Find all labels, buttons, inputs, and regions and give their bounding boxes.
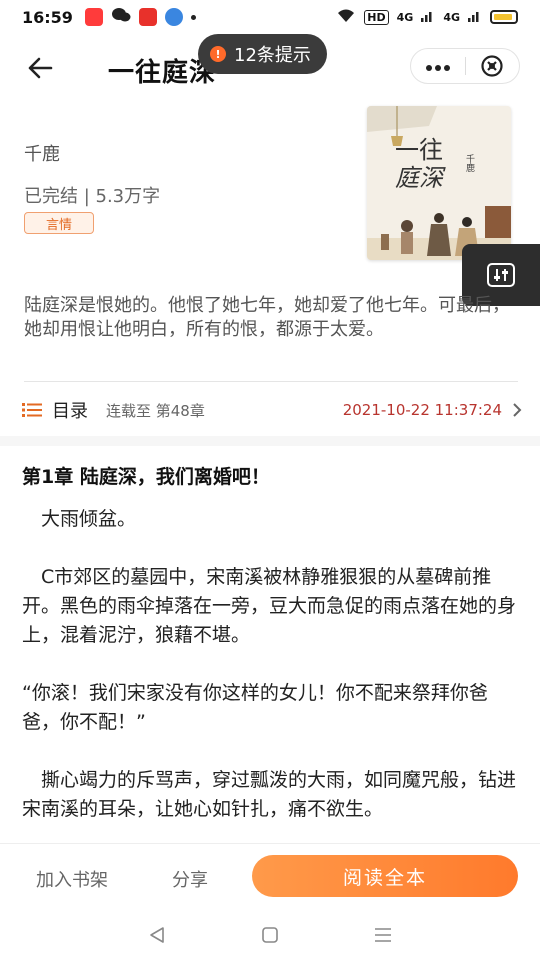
arrow-left-icon — [28, 57, 53, 79]
more-button[interactable] — [411, 49, 465, 83]
hints-toast[interactable]: ! 12条提示 — [198, 34, 327, 74]
back-button[interactable] — [20, 50, 60, 86]
news-app-icon — [138, 8, 157, 26]
chapter-content: 大雨倾盆。 C市郊区的墓园中，宋南溪被林静雅狠狠的从墓碑前推开。黑色的雨伞掉落在… — [22, 505, 522, 843]
signal-bars-2-icon — [468, 10, 482, 25]
toc-serial-status: 连载至 第48章 — [106, 401, 205, 420]
miniapp-capsule — [410, 48, 520, 84]
nav-home-button[interactable] — [255, 920, 285, 950]
signal-bars-1-icon — [421, 10, 435, 25]
three-lines-menu-icon — [375, 927, 392, 942]
close-button[interactable] — [466, 54, 520, 78]
hd-badge: HD — [364, 9, 389, 25]
cover-title-line2: 庭深 — [395, 164, 443, 192]
nav-menu-button[interactable] — [368, 920, 398, 950]
battery-icon — [490, 10, 518, 24]
more-dots-icon — [425, 65, 450, 71]
add-to-shelf-button[interactable]: 加入书架 — [36, 866, 108, 892]
wechat-icon — [111, 7, 131, 27]
book-synopsis: 陆庭深是恨她的。他恨了她七年，她却爱了他七年。可最后，她却用恨让他明白，所有的恨… — [24, 295, 510, 340]
status-indicators: HD 4G 4G — [336, 9, 518, 26]
read-full-book-button[interactable]: 阅读全本 — [252, 855, 518, 897]
cover-title: 一往 庭深 — [395, 136, 443, 192]
adjust-sliders-icon — [487, 263, 515, 287]
table-of-contents-row[interactable]: 目录 连载至 第48章 2021-10-22 11:37:24 — [22, 394, 522, 426]
chapter-title: 第1章 陆庭深，我们离婚吧！ — [22, 466, 270, 488]
alert-icon: ! — [210, 46, 226, 62]
triangle-back-icon — [149, 926, 164, 943]
section-divider — [24, 381, 518, 382]
signal-strength-1: 4G — [396, 10, 414, 24]
cover-author: 千鹿 — [464, 154, 474, 172]
book-author[interactable]: 千鹿 — [24, 140, 60, 166]
book-status: 已完结 | 5.3万字 — [24, 186, 161, 207]
video-app-icon — [84, 8, 103, 26]
content-paragraph: 大雨倾盆。 — [41, 508, 137, 530]
content-paragraph: “你滚！我们宋家没有你这样的女儿！你不配来祭拜你爸爸，你不配！” — [22, 682, 488, 733]
status-time: 16:59 — [22, 7, 73, 27]
square-home-icon — [262, 926, 278, 943]
content-paragraph: C市郊区的墓园中，宋南溪被林静雅狠狠的从墓碑前推开。黑色的雨伞掉落在一旁，豆大而… — [22, 566, 517, 646]
notification-dot-icon — [190, 14, 196, 20]
content-paragraph: 撕心竭力的斥骂声，穿过瓢泼的大雨，如同魔咒般，钻进宋南溪的耳朵，让她心如针扎，痛… — [22, 769, 517, 820]
book-cover[interactable]: 一往 庭深 千鹿 — [367, 106, 511, 260]
status-bar: 16:59 HD 4G 4G — [0, 0, 540, 34]
toc-label: 目录 — [52, 401, 88, 422]
cover-title-line1: 一往 — [395, 136, 443, 164]
system-nav-bar — [0, 909, 540, 960]
nav-back-button[interactable] — [142, 920, 172, 950]
genre-tag[interactable]: 言情 — [24, 212, 94, 234]
chevron-right-icon — [513, 403, 522, 417]
header: 一往庭深 ! 12条提示 — [0, 34, 540, 96]
toc-update-time: 2021-10-22 11:37:24 — [342, 401, 502, 419]
status-app-icons — [84, 7, 196, 27]
browser-app-icon — [164, 8, 183, 26]
share-button[interactable]: 分享 — [172, 866, 208, 892]
wifi-icon — [336, 9, 356, 26]
bottom-action-bar: 加入书架 分享 阅读全本 — [0, 843, 540, 909]
section-gap — [0, 436, 540, 446]
signal-strength-2: 4G — [443, 10, 460, 24]
close-circle-icon — [481, 55, 503, 77]
list-icon — [22, 403, 42, 417]
toast-text: 12条提示 — [234, 45, 311, 66]
